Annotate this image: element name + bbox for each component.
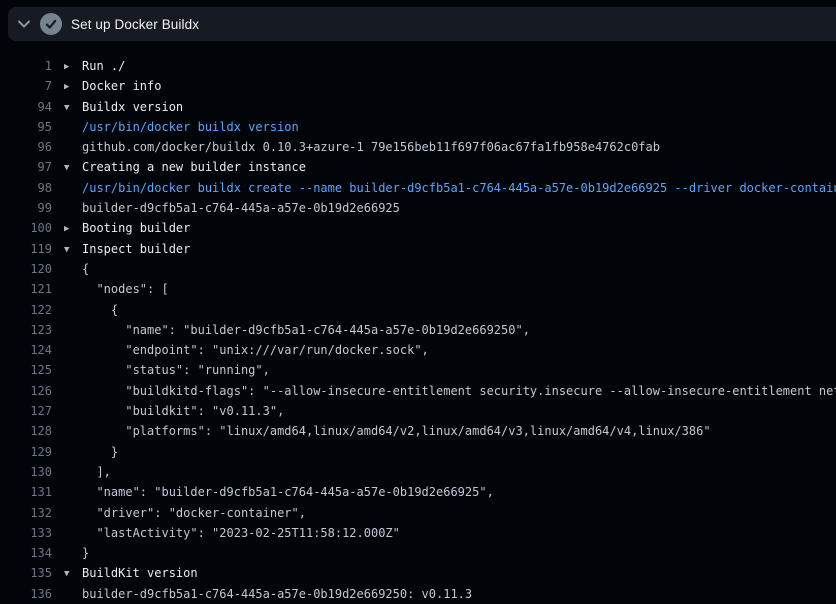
chevron-down-icon xyxy=(18,20,30,28)
log-line-text: Run ./ xyxy=(82,59,125,73)
log-line-text: "nodes": [ xyxy=(82,282,169,296)
log-line: 98/usr/bin/docker buildx create --name b… xyxy=(0,178,836,198)
log-line-text: "platforms": "linux/amd64,linux/amd64/v2… xyxy=(82,424,711,438)
log-line-text: Inspect builder xyxy=(82,242,190,256)
group-collapsed-icon: ▶ xyxy=(52,219,82,239)
log-line-text: { xyxy=(82,262,89,276)
group-expanded-icon: ▼ xyxy=(52,240,82,260)
log-line-number[interactable]: 126 xyxy=(0,381,52,401)
group-collapsed-icon: ▶ xyxy=(52,77,82,97)
log-viewer: 1▶Run ./7▶Docker info94▼Buildx version95… xyxy=(0,41,836,604)
log-line-text: "endpoint": "unix:///var/run/docker.sock… xyxy=(82,343,429,357)
log-line-number[interactable]: 129 xyxy=(0,442,52,462)
log-line: 136 builder-d9cfb5a1-c764-445a-a57e-0b19d… xyxy=(0,584,836,604)
log-line-number[interactable]: 136 xyxy=(0,584,52,604)
log-line: 133 "lastActivity": "2023-02-25T11:58:12… xyxy=(0,523,836,543)
log-line-number[interactable]: 133 xyxy=(0,523,52,543)
log-line-number[interactable]: 135 xyxy=(0,563,52,583)
log-line: 122 { xyxy=(0,300,836,320)
log-line-text: "status": "running", xyxy=(82,363,270,377)
log-group-line[interactable]: 94▼Buildx version xyxy=(0,97,836,117)
log-line-text: /usr/bin/docker buildx version xyxy=(82,120,299,134)
log-line-text: "lastActivity": "2023-02-25T11:58:12.000… xyxy=(82,526,400,540)
log-line-text: "driver": "docker-container", xyxy=(82,506,306,520)
log-line-number[interactable]: 130 xyxy=(0,462,52,482)
log-line-number[interactable]: 7 xyxy=(0,76,52,96)
check-circle-icon xyxy=(40,13,62,35)
log-line-number[interactable]: 128 xyxy=(0,421,52,441)
log-line-number[interactable]: 94 xyxy=(0,97,52,117)
log-line-number[interactable]: 123 xyxy=(0,320,52,340)
step-header[interactable]: Set up Docker Buildx xyxy=(8,7,836,41)
log-line-number[interactable]: 1 xyxy=(0,56,52,76)
log-line-text: Docker info xyxy=(82,79,161,93)
log-line: 129 } xyxy=(0,442,836,462)
log-line-text: { xyxy=(82,303,118,317)
log-line-number[interactable]: 97 xyxy=(0,157,52,177)
log-line: 123 "name": "builder-d9cfb5a1-c764-445a-… xyxy=(0,320,836,340)
group-expanded-icon: ▼ xyxy=(52,98,82,118)
log-line: 125 "status": "running", xyxy=(0,360,836,380)
group-expanded-icon: ▼ xyxy=(52,158,82,178)
log-line-number[interactable]: 134 xyxy=(0,543,52,563)
log-line-number[interactable]: 119 xyxy=(0,239,52,259)
log-group-line[interactable]: 119▼Inspect builder xyxy=(0,239,836,259)
log-line: 134} xyxy=(0,543,836,563)
log-line-text: Buildx version xyxy=(82,100,183,114)
log-line: 128 "platforms": "linux/amd64,linux/amd6… xyxy=(0,421,836,441)
log-line-number[interactable]: 120 xyxy=(0,259,52,279)
log-line: 121 "nodes": [ xyxy=(0,279,836,299)
log-group-line[interactable]: 7▶Docker info xyxy=(0,76,836,96)
log-line-number[interactable]: 127 xyxy=(0,401,52,421)
log-line-number[interactable]: 125 xyxy=(0,360,52,380)
group-expanded-icon: ▼ xyxy=(52,564,82,584)
log-line-number[interactable]: 132 xyxy=(0,503,52,523)
log-group-line[interactable]: 97▼Creating a new builder instance xyxy=(0,157,836,177)
log-line-text: "name": "builder-d9cfb5a1-c764-445a-a57e… xyxy=(82,323,530,337)
log-line-text: github.com/docker/buildx 0.10.3+azure-1 … xyxy=(82,140,660,154)
log-line-text: BuildKit version xyxy=(82,566,198,580)
log-group-line[interactable]: 100▶Booting builder xyxy=(0,218,836,238)
log-line: 132 "driver": "docker-container", xyxy=(0,503,836,523)
log-line: 95/usr/bin/docker buildx version xyxy=(0,117,836,137)
log-line-text: "name": "builder-d9cfb5a1-c764-445a-a57e… xyxy=(82,485,494,499)
log-line: 131 "name": "builder-d9cfb5a1-c764-445a-… xyxy=(0,482,836,502)
log-group-line[interactable]: 135▼BuildKit version xyxy=(0,563,836,583)
log-line-text: /usr/bin/docker buildx create --name bui… xyxy=(82,181,836,195)
log-line-number[interactable]: 98 xyxy=(0,178,52,198)
log-line: 96 github.com/docker/buildx 0.10.3+azure-… xyxy=(0,137,836,157)
log-line-number[interactable]: 100 xyxy=(0,218,52,238)
log-lines: 1▶Run ./7▶Docker info94▼Buildx version95… xyxy=(0,56,836,604)
log-line: 99 builder-d9cfb5a1-c764-445a-a57e-0b19d2… xyxy=(0,198,836,218)
step-title: Set up Docker Buildx xyxy=(71,17,199,32)
log-line-number[interactable]: 95 xyxy=(0,117,52,137)
log-line: 124 "endpoint": "unix:///var/run/docker.… xyxy=(0,340,836,360)
log-line-text: builder-d9cfb5a1-c764-445a-a57e-0b19d2e6… xyxy=(82,201,400,215)
log-line-number[interactable]: 131 xyxy=(0,482,52,502)
log-line: 130 ], xyxy=(0,462,836,482)
log-line-number[interactable]: 99 xyxy=(0,198,52,218)
log-line-number[interactable]: 122 xyxy=(0,300,52,320)
log-line-text: "buildkitd-flags": "--allow-insecure-ent… xyxy=(82,384,836,398)
log-line-number[interactable]: 96 xyxy=(0,137,52,157)
log-line-text: } xyxy=(82,445,118,459)
log-line: 126 "buildkitd-flags": "--allow-insecure… xyxy=(0,381,836,401)
log-line-number[interactable]: 121 xyxy=(0,279,52,299)
log-line-text: Booting builder xyxy=(82,221,190,235)
log-line-text: ], xyxy=(82,465,111,479)
group-collapsed-icon: ▶ xyxy=(52,57,82,77)
log-line-text: "buildkit": "v0.11.3", xyxy=(82,404,284,418)
log-group-line[interactable]: 1▶Run ./ xyxy=(0,56,836,76)
log-line: 127 "buildkit": "v0.11.3", xyxy=(0,401,836,421)
log-line-text: } xyxy=(82,546,89,560)
log-line-number[interactable]: 124 xyxy=(0,340,52,360)
log-line-text: Creating a new builder instance xyxy=(82,160,306,174)
log-line: 120 { xyxy=(0,259,836,279)
log-line-text: builder-d9cfb5a1-c764-445a-a57e-0b19d2e6… xyxy=(82,587,472,601)
